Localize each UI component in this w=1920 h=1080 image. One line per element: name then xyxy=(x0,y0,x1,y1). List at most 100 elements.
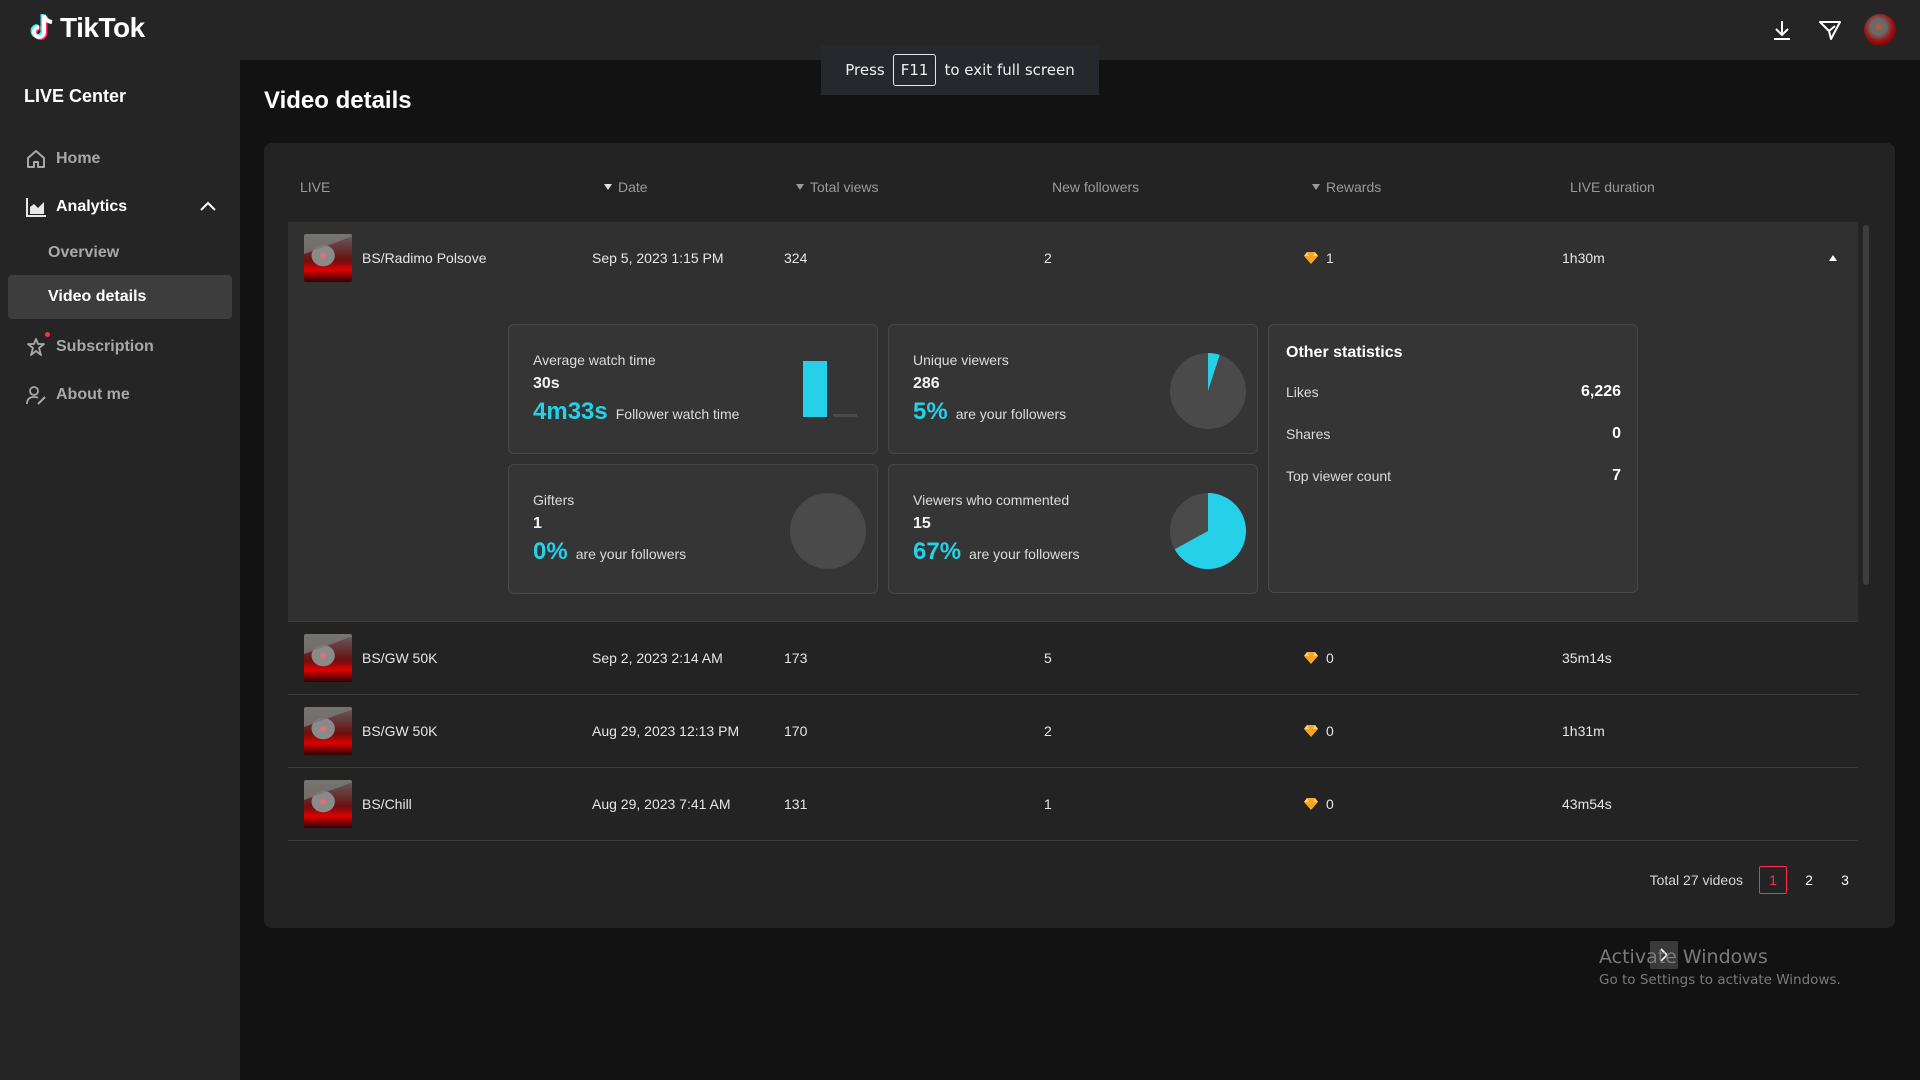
table-body: BS/Radimo Polsove Sep 5, 2023 1:15 PM 32… xyxy=(288,222,1858,841)
watch-time-bar-chart xyxy=(803,361,857,417)
followers-cell: 2 xyxy=(1044,723,1052,739)
activate-windows-watermark: Activate Windows Go to Settings to activ… xyxy=(1599,946,1841,988)
live-title: BS/GW 50K xyxy=(362,650,438,666)
other-statistics: Other statistics Likes 6,226 Shares 0 Top … xyxy=(1268,324,1638,593)
date-cell: Sep 2, 2023 2:14 AM xyxy=(592,650,723,666)
rewards-cell: 0 xyxy=(1326,650,1334,666)
diamond-icon xyxy=(1304,725,1318,737)
live-title: BS/Chill xyxy=(362,796,412,812)
video-details-panel: Average watch time 30s 4m33s Follower wat… xyxy=(288,295,1858,622)
pagination: Total 27 videos 1 2 3 xyxy=(1649,866,1859,969)
chart-icon xyxy=(24,195,48,219)
stat-viewers-commented: Viewers who commented 15 67% are your fol… xyxy=(888,464,1258,594)
tiktok-note-icon xyxy=(30,14,53,40)
column-header-new-followers: New followers xyxy=(1052,179,1140,195)
column-header-live-duration: LIVE duration xyxy=(1570,179,1655,195)
live-thumbnail xyxy=(304,707,352,755)
views-cell: 324 xyxy=(784,250,808,266)
f11-key: F11 xyxy=(892,54,937,86)
stat-unique-viewers: Unique viewers 286 5% are your followers xyxy=(888,324,1258,454)
date-cell: Aug 29, 2023 12:13 PM xyxy=(592,723,740,739)
page-button-1[interactable]: 1 xyxy=(1759,866,1787,894)
brand-name: TikTok xyxy=(60,12,145,43)
chevron-up-icon[interactable] xyxy=(198,197,218,222)
table-header: LIVE Date Total views New followers Rewa… xyxy=(288,179,1858,213)
live-title: BS/Radimo Polsove xyxy=(362,250,487,266)
date-cell: Sep 5, 2023 1:15 PM xyxy=(592,250,724,266)
views-cell: 131 xyxy=(784,796,808,812)
column-header-date[interactable]: Date xyxy=(604,179,648,195)
views-cell: 173 xyxy=(784,650,808,666)
stat-average-watch-time: Average watch time 30s 4m33s Follower wat… xyxy=(508,324,878,454)
stat-gifters: Gifters 1 0% are your followers xyxy=(508,464,878,594)
pie-slice-others xyxy=(790,493,866,569)
page-button-2[interactable]: 2 xyxy=(1795,866,1823,894)
sidebar-item-overview[interactable]: Overview xyxy=(0,231,240,275)
duration-cell: 1h30m xyxy=(1562,250,1605,266)
video-table-card: LIVE Date Total views New followers Rewa… xyxy=(264,143,1895,969)
tiktok-logo[interactable]: TikTok xyxy=(30,12,145,44)
page-title: Video details xyxy=(264,87,412,114)
avatar[interactable] xyxy=(1864,14,1896,46)
sidebar-item-label: Home xyxy=(56,150,101,167)
commenters-value: 15 xyxy=(913,515,931,532)
live-thumbnail xyxy=(304,634,352,682)
gifters-pie xyxy=(790,493,866,569)
rewards-cell: 1 xyxy=(1326,250,1334,266)
user-edit-icon xyxy=(24,383,48,407)
diamond-icon xyxy=(1304,652,1318,664)
commenters-pie xyxy=(1170,493,1246,569)
gifters-value: 1 xyxy=(533,515,542,532)
stat-row-top-viewer-count: Top viewer count 7 xyxy=(1286,467,1621,484)
follower-watch-time-value: 4m33s xyxy=(533,398,608,425)
sidebar-item-label: Analytics xyxy=(56,198,128,215)
other-statistics-title: Other statistics xyxy=(1286,344,1403,361)
unique-viewers-pct: 5% xyxy=(913,398,948,425)
sidebar-item-analytics[interactable]: Analytics xyxy=(0,183,240,231)
page-button-3[interactable]: 3 xyxy=(1831,866,1859,894)
table-row[interactable]: BS/GW 50K Aug 29, 2023 12:13 PM 170 2 0 … xyxy=(288,695,1858,768)
send-icon xyxy=(1819,21,1841,40)
average-watch-time-value: 30s xyxy=(533,375,560,392)
table-row[interactable]: BS/Chill Aug 29, 2023 7:41 AM 131 1 0 43… xyxy=(288,768,1858,841)
sort-desc-icon xyxy=(604,184,612,190)
sidebar-item-video-details[interactable]: Video details xyxy=(8,275,232,319)
table-row[interactable]: BS/Radimo Polsove Sep 5, 2023 1:15 PM 32… xyxy=(288,222,1858,295)
send-button[interactable] xyxy=(1806,6,1854,54)
sidebar-item-label: Subscription xyxy=(56,338,154,355)
column-header-rewards[interactable]: Rewards xyxy=(1312,179,1381,195)
gifters-pct: 0% xyxy=(533,538,568,565)
unique-viewers-pie xyxy=(1170,353,1246,429)
duration-cell: 1h31m xyxy=(1562,723,1605,739)
live-title: BS/GW 50K xyxy=(362,723,438,739)
collapse-caret-icon[interactable] xyxy=(1829,255,1837,261)
scrollbar-thumb[interactable] xyxy=(1863,225,1869,585)
followers-cell: 1 xyxy=(1044,796,1052,812)
download-button[interactable] xyxy=(1758,6,1806,54)
commenters-pct: 67% xyxy=(913,538,962,565)
views-cell: 170 xyxy=(784,723,808,739)
sidebar-item-label: About me xyxy=(56,386,130,403)
home-icon xyxy=(24,147,48,171)
duration-cell: 43m54s xyxy=(1562,796,1612,812)
sidebar-item-home[interactable]: Home xyxy=(0,135,240,183)
bar-average-watch-time xyxy=(833,414,857,417)
sidebar-item-subscription[interactable]: Subscription xyxy=(0,323,240,371)
stat-row-shares: Shares 0 xyxy=(1286,425,1621,442)
column-header-live: LIVE xyxy=(300,179,331,195)
column-header-total-views[interactable]: Total views xyxy=(796,179,878,195)
date-cell: Aug 29, 2023 7:41 AM xyxy=(592,796,731,812)
diamond-icon xyxy=(1304,252,1318,264)
unique-viewers-value: 286 xyxy=(913,375,940,392)
rewards-cell: 0 xyxy=(1326,796,1334,812)
sort-desc-icon xyxy=(796,184,804,190)
fullscreen-toast: Press F11 to exit full screen xyxy=(821,45,1099,95)
table-scrollbar[interactable] xyxy=(1863,225,1869,585)
live-thumbnail xyxy=(304,234,352,282)
star-icon xyxy=(24,335,48,359)
bar-follower-watch-time xyxy=(803,361,827,417)
followers-cell: 2 xyxy=(1044,250,1052,266)
total-videos: Total 27 videos xyxy=(1649,872,1743,888)
sidebar-item-about-me[interactable]: About me xyxy=(0,371,240,419)
table-row[interactable]: BS/GW 50K Sep 2, 2023 2:14 AM 173 5 0 35… xyxy=(288,622,1858,695)
